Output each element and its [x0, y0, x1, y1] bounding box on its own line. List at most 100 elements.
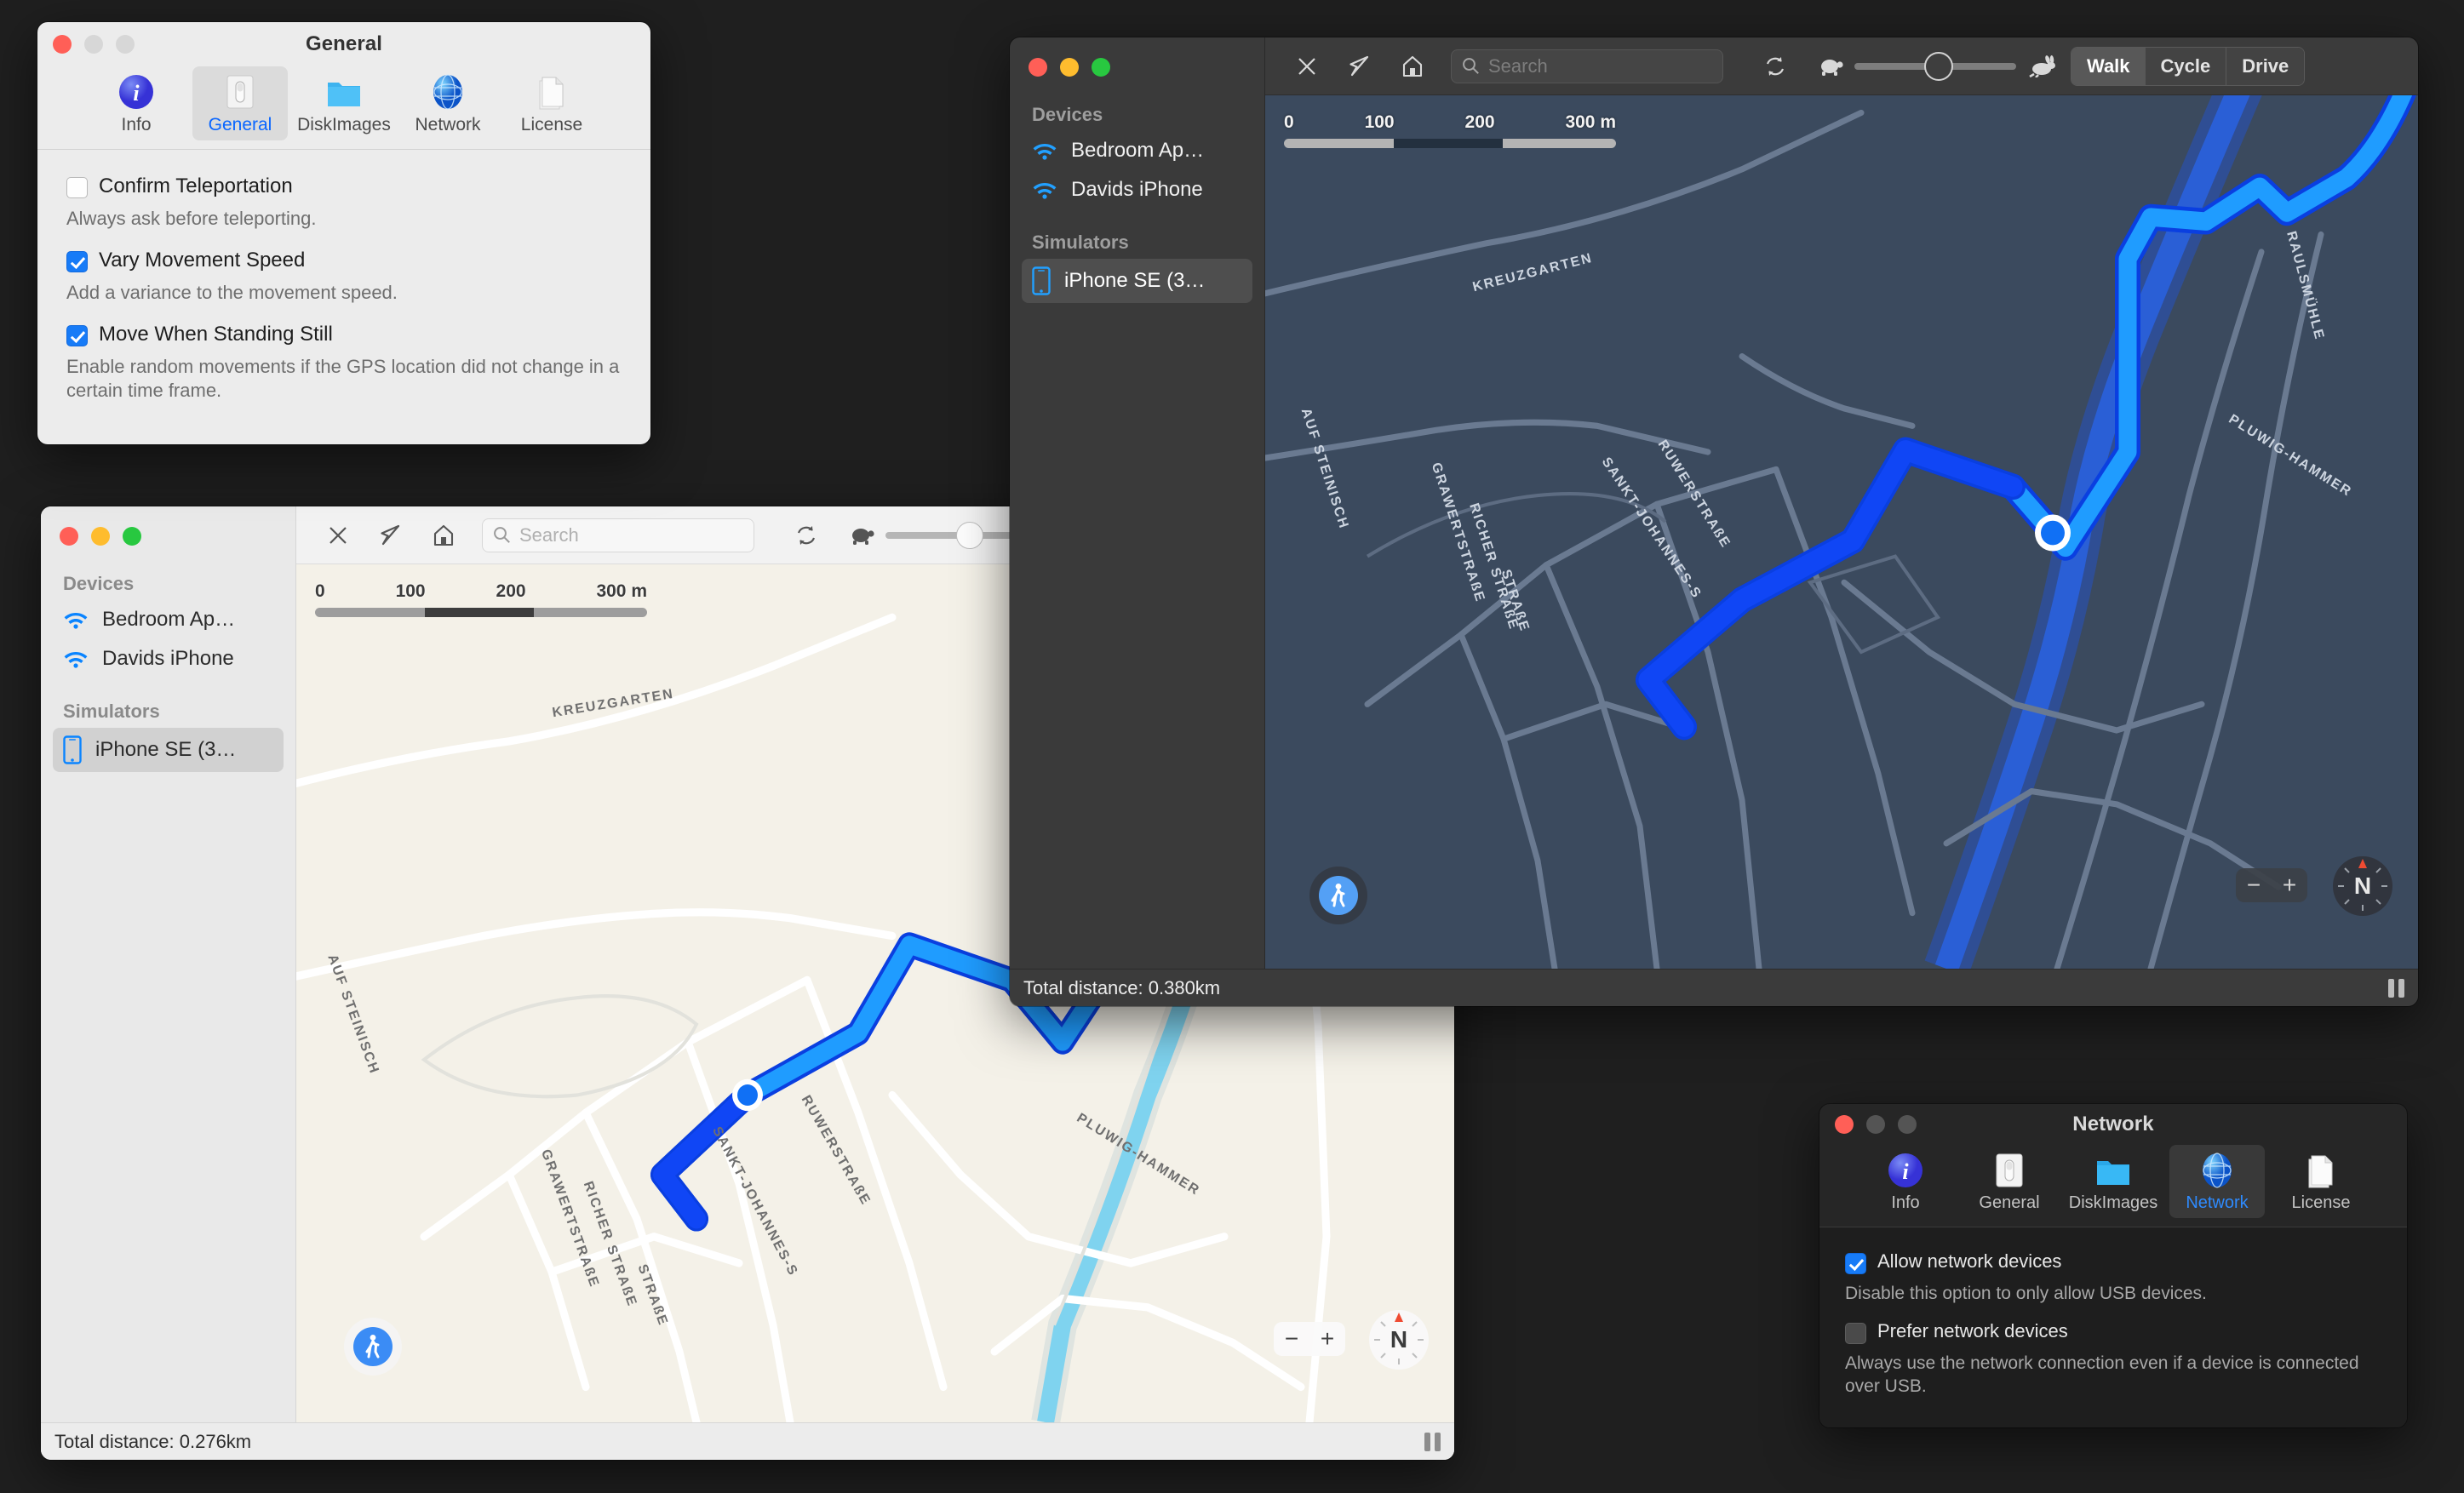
speed-slider[interactable] — [1817, 51, 2057, 81]
refresh-button[interactable] — [1749, 47, 1802, 86]
globe-icon — [433, 74, 462, 110]
light-traffic-lights[interactable] — [41, 522, 295, 551]
search-input[interactable]: Search — [1451, 49, 1723, 83]
walking-person-icon — [353, 1327, 393, 1366]
scale-tick-200: 200 — [496, 581, 526, 601]
zoom-controls[interactable]: − + — [2236, 868, 2307, 902]
tab-general[interactable]: General — [192, 66, 288, 140]
mode-drive[interactable]: Drive — [2226, 47, 2305, 85]
sidebar-item-bedroom-ap[interactable]: Bedroom Ap… — [53, 600, 284, 639]
pause-button[interactable] — [1424, 1432, 1441, 1451]
option-label: Vary Movement Speed — [99, 249, 306, 272]
tab-diskimages[interactable]: DiskImages — [2066, 1145, 2161, 1218]
compass[interactable]: N — [1369, 1310, 1429, 1370]
minimize-window-button[interactable] — [91, 527, 110, 546]
sidebar-item-davids-iphone[interactable]: Davids iPhone — [1022, 170, 1252, 209]
option-label: Prefer network devices — [1877, 1319, 2068, 1341]
walking-person-glyph — [365, 1335, 380, 1359]
tab-general[interactable]: General — [1962, 1145, 2057, 1218]
tab-label: General — [1979, 1193, 2040, 1212]
option-confirm-teleportation[interactable]: Confirm Teleportation — [66, 174, 622, 198]
search-icon — [1463, 58, 1479, 74]
tab-info[interactable]: i Info — [89, 66, 184, 140]
zoom-out-button[interactable]: − — [2247, 872, 2261, 899]
home-button[interactable] — [417, 516, 470, 555]
slider-knob[interactable] — [955, 521, 983, 549]
minimize-window-button[interactable] — [1060, 58, 1079, 77]
zoom-in-button[interactable]: + — [2283, 872, 2296, 899]
tab-network[interactable]: Network — [2169, 1145, 2265, 1218]
network-titlebar: Network — [1819, 1104, 2407, 1145]
confirm-teleportation-checkbox[interactable] — [66, 177, 88, 198]
wifi-icon — [64, 652, 88, 668]
general-body: Confirm Teleportation Always ask before … — [37, 150, 650, 439]
dark-map-top: Devices Bedroom Ap… Davids iPhone Simula… — [1010, 37, 2418, 969]
scale-tick-100: 100 — [1364, 112, 1395, 132]
move-when-standing-still-checkbox[interactable] — [66, 325, 88, 347]
mode-cycle[interactable]: Cycle — [2145, 47, 2227, 85]
zoom-window-button[interactable] — [1092, 58, 1110, 77]
sidebar-item-bedroom-ap[interactable]: Bedroom Ap… — [1022, 131, 1252, 170]
dark-toolbar: Search Walk Cycle Drive — [1265, 37, 2418, 95]
light-sidebar: Devices Bedroom Ap… Davids iPhone Simula… — [41, 506, 296, 1422]
option-prefer-network-devices[interactable]: Prefer network devices — [1845, 1319, 2381, 1344]
mode-walk[interactable]: Walk — [2071, 47, 2146, 85]
close-window-button[interactable] — [1029, 58, 1047, 77]
dark-map-canvas[interactable]: KREUZGARTEN RAULSMÜHLE AUF STEINISCH PLU… — [1265, 95, 2418, 969]
light-status-bar: Total distance: 0.276km — [41, 1422, 1454, 1460]
dark-traffic-lights[interactable] — [1010, 53, 1264, 82]
locate-button[interactable] — [1333, 47, 1386, 86]
sidebar-item-iphone-se[interactable]: iPhone SE (3… — [1022, 259, 1252, 303]
sidebar-item-label: Bedroom Ap… — [102, 608, 236, 631]
zoom-window-button[interactable] — [123, 527, 141, 546]
tab-label: Info — [121, 115, 152, 134]
iphone-icon — [63, 735, 82, 764]
slider-knob[interactable] — [1923, 51, 1953, 81]
option-move-when-standing-still[interactable]: Move When Standing Still — [66, 323, 622, 347]
sidebar-item-davids-iphone[interactable]: Davids iPhone — [53, 639, 284, 678]
close-window-button[interactable] — [60, 527, 78, 546]
vary-movement-speed-checkbox[interactable] — [66, 251, 88, 273]
option-allow-network-devices[interactable]: Allow network devices — [1845, 1250, 2381, 1274]
tab-license[interactable]: License — [2273, 1145, 2369, 1218]
tab-label: General — [208, 115, 272, 134]
allow-network-devices-checkbox[interactable] — [1845, 1253, 1866, 1274]
slider-track[interactable] — [1854, 51, 2016, 81]
sidebar-item-iphone-se[interactable]: iPhone SE (3… — [53, 728, 284, 772]
compass-label: N — [1390, 1326, 1408, 1353]
network-preferences-window: Network i Info General DiskImages Networ… — [1819, 1104, 2407, 1427]
walking-person-glyph — [1331, 884, 1345, 907]
refresh-icon — [1766, 56, 1785, 76]
svg-text:i: i — [133, 81, 140, 106]
dark-map-render — [1265, 95, 2418, 969]
tab-label: DiskImages — [297, 115, 391, 134]
option-description: Always ask before teleporting. — [66, 208, 317, 229]
tab-diskimages[interactable]: DiskImages — [296, 66, 392, 140]
tab-label: DiskImages — [2068, 1193, 2158, 1212]
tab-info[interactable]: i Info — [1858, 1145, 1953, 1218]
prefer-network-devices-checkbox[interactable] — [1845, 1322, 1866, 1344]
tab-network[interactable]: Network — [400, 66, 496, 140]
zoom-in-button[interactable]: + — [1321, 1325, 1334, 1353]
zoom-out-button[interactable]: − — [1285, 1325, 1298, 1353]
light-scale-bar: 0 100 200 300 m — [315, 581, 647, 617]
sidebar-header-simulators: Simulators — [63, 701, 160, 722]
pause-button[interactable] — [2388, 978, 2404, 998]
walk-mode-pin-button[interactable] — [1309, 867, 1367, 924]
home-button[interactable] — [1386, 47, 1439, 86]
sidebar-item-label: Bedroom Ap… — [1071, 139, 1205, 162]
zoom-controls[interactable]: − + — [1274, 1322, 1345, 1356]
navigation-arrow-icon — [1349, 55, 1369, 76]
option-vary-movement-speed[interactable]: Vary Movement Speed — [66, 249, 622, 273]
refresh-button[interactable] — [780, 516, 833, 555]
sidebar-item-label: Davids iPhone — [1071, 178, 1203, 201]
close-route-button[interactable] — [1281, 47, 1333, 86]
walk-mode-pin-button[interactable] — [344, 1318, 402, 1376]
compass[interactable]: N — [2333, 856, 2392, 916]
scale-tick-300: 300 m — [596, 581, 647, 601]
travel-mode-selector[interactable]: Walk Cycle Drive — [2071, 46, 2306, 86]
close-route-button[interactable] — [312, 516, 364, 555]
locate-button[interactable] — [364, 516, 417, 555]
tab-license[interactable]: License — [504, 66, 599, 140]
search-input[interactable]: Search — [482, 518, 754, 552]
